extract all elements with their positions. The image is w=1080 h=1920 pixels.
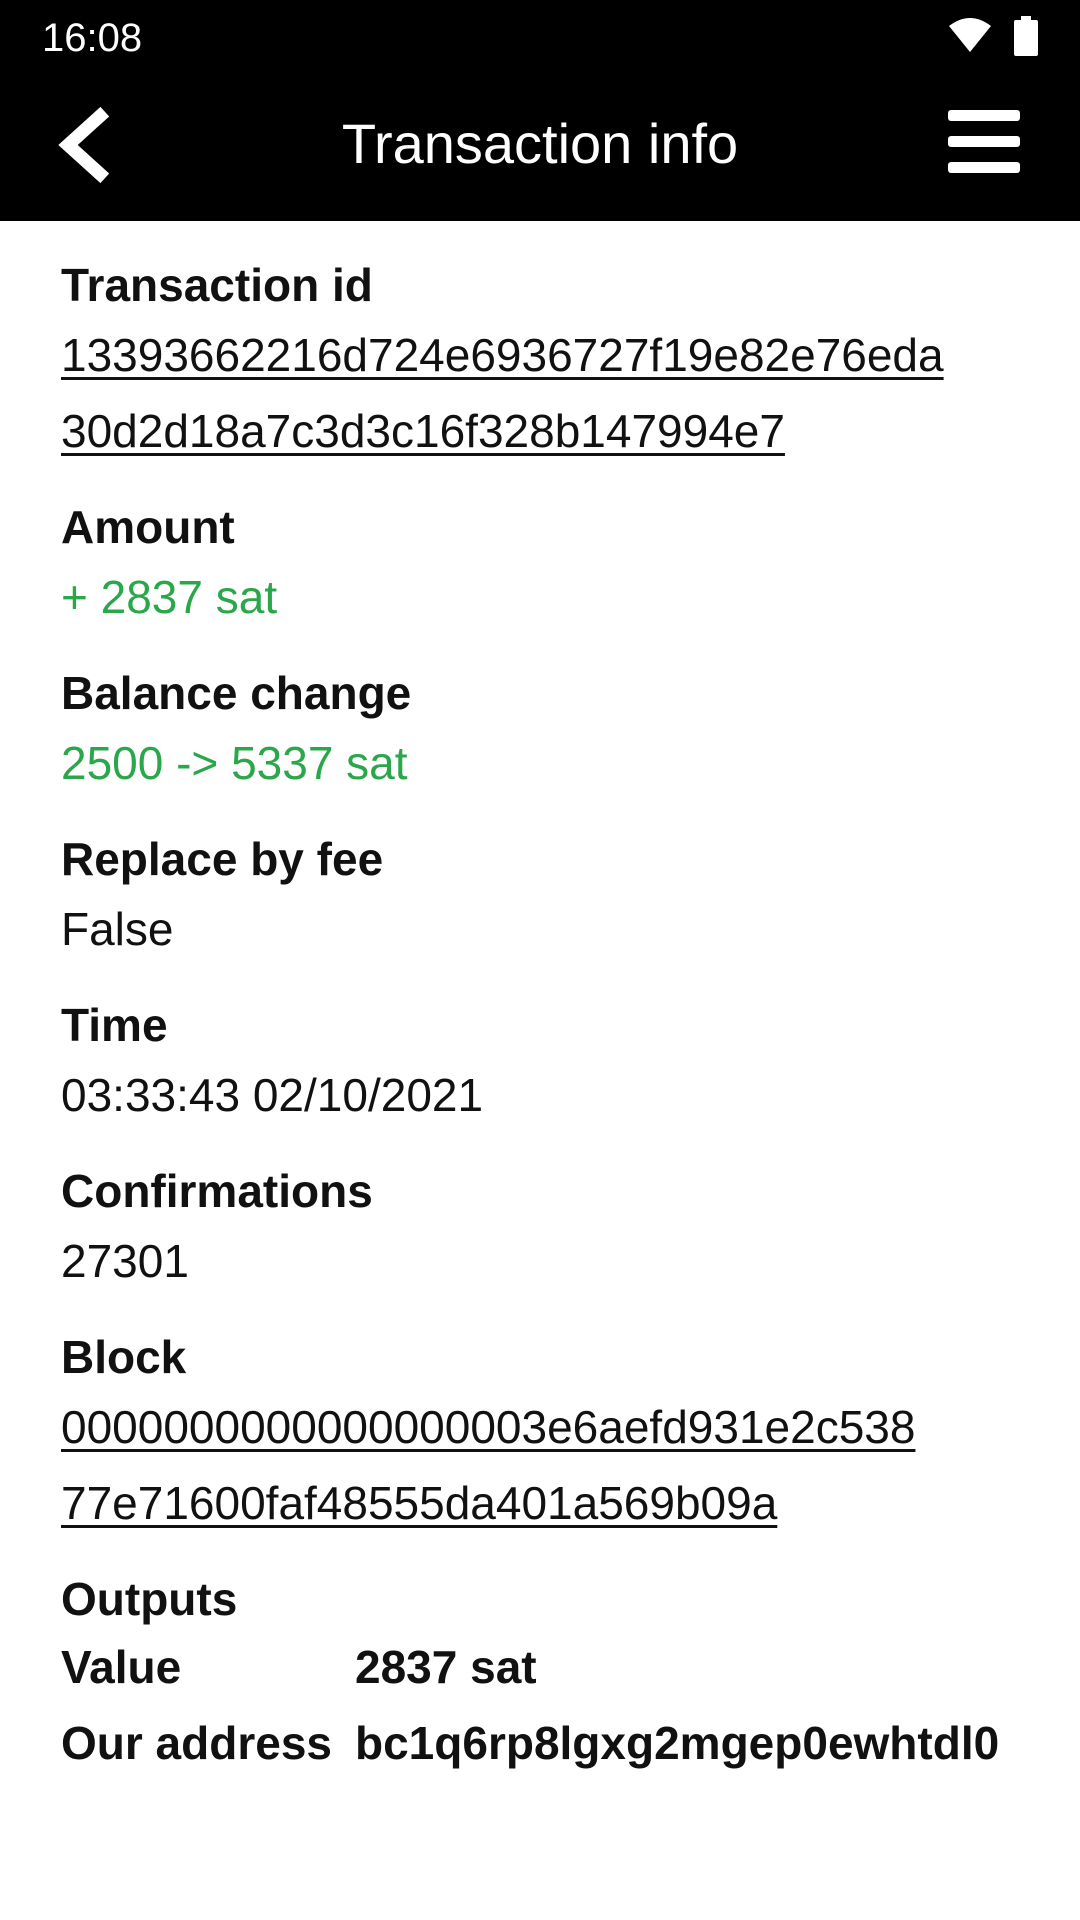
balance-change-label: Balance change — [61, 667, 412, 719]
output-value-key: Value — [61, 1641, 182, 1693]
transaction-id-label: Transaction id — [61, 259, 373, 311]
status-icons — [948, 14, 1038, 62]
status-time: 16:08 — [42, 16, 143, 60]
block-label: Block — [61, 1331, 187, 1383]
outputs-label: Outputs — [61, 1573, 238, 1625]
confirmations-section: Confirmations 27301 — [61, 1161, 1021, 1299]
replace-by-fee-section: Replace by fee False — [61, 829, 1021, 967]
output-address-value: bc1q6rp8lgxg2mgep0ewhtdl0 — [355, 1717, 1000, 1769]
block-hash-link[interactable]: 0000000000000000003e6aefd931e2c538 77e71… — [61, 1389, 1011, 1541]
outputs-section: Outputs Value 2837 sat Our address bc1q6… — [61, 1569, 1021, 1781]
battery-icon — [1014, 15, 1038, 61]
time-value: 03:33:43 02/10/2021 — [61, 1069, 484, 1121]
time-section: Time 03:33:43 02/10/2021 — [61, 995, 1021, 1133]
hamburger-menu-icon — [948, 110, 1020, 180]
block-hash-line-1: 0000000000000000003e6aefd931e2c538 — [61, 1401, 916, 1453]
menu-button[interactable] — [948, 108, 1020, 176]
block-section: Block 0000000000000000003e6aefd931e2c538… — [61, 1327, 1021, 1541]
page-title: Transaction info — [341, 112, 739, 175]
time-label: Time — [61, 999, 168, 1051]
replace-by-fee-value: False — [61, 903, 174, 955]
output-address-row: Our address bc1q6rp8lgxg2mgep0ewhtdl0 — [61, 1705, 1021, 1781]
transaction-id-section: Transaction id 13393662216d724e6936727f1… — [61, 255, 1021, 469]
app-bar: 16:08 Transaction info — [0, 0, 1080, 221]
output-value-amount: 2837 sat — [355, 1641, 537, 1693]
transaction-id-line-2: 30d2d18a7c3d3c16f328b147994e7 — [61, 405, 785, 457]
confirmations-label: Confirmations — [61, 1165, 373, 1217]
transaction-details: Transaction id 13393662216d724e6936727f1… — [61, 255, 1021, 1809]
confirmations-value: 27301 — [61, 1235, 189, 1287]
transaction-id-link[interactable]: 13393662216d724e6936727f19e82e76eda 30d2… — [61, 317, 1011, 469]
output-address-key: Our address — [61, 1717, 332, 1769]
block-hash-line-2: 77e71600faf48555da401a569b09a — [61, 1477, 778, 1529]
amount-value: + 2837 sat — [61, 571, 278, 623]
wifi-icon — [948, 17, 992, 59]
amount-section: Amount + 2837 sat — [61, 497, 1021, 635]
balance-change-section: Balance change 2500 -> 5337 sat — [61, 663, 1021, 801]
balance-change-value: 2500 -> 5337 sat — [61, 737, 408, 789]
transaction-id-line-1: 13393662216d724e6936727f19e82e76eda — [61, 329, 944, 381]
amount-label: Amount — [61, 501, 235, 553]
output-value-row: Value 2837 sat — [61, 1629, 1021, 1705]
replace-by-fee-label: Replace by fee — [61, 833, 384, 885]
